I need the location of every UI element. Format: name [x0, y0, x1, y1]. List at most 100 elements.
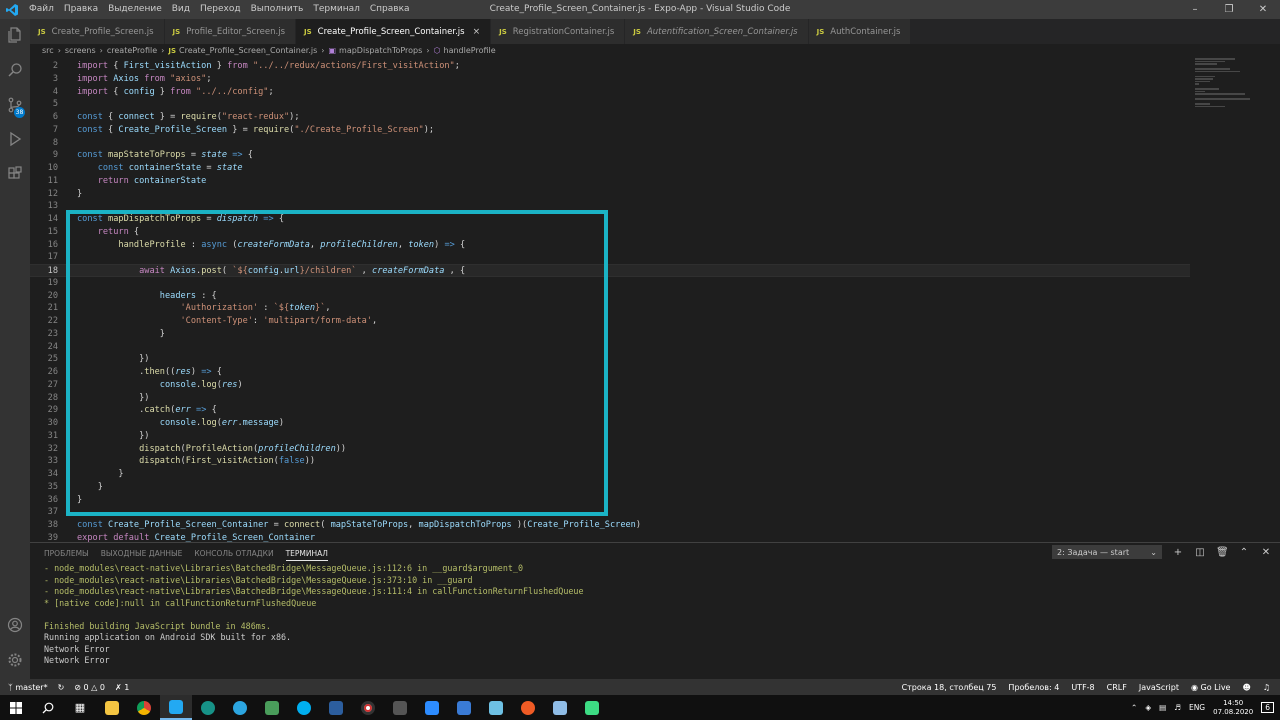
accounts-icon[interactable] — [0, 609, 30, 641]
code-line[interactable]: 26 .then((res) => { — [30, 366, 1190, 379]
code-line[interactable]: 6 const { connect } = require("react-redu… — [30, 111, 1190, 124]
code-line[interactable]: 38 const Create_Profile_Screen_Container … — [30, 519, 1190, 532]
code-line[interactable]: 12} — [30, 188, 1190, 201]
code-line[interactable]: 2 import { First_visitAction } from "../.… — [30, 60, 1190, 73]
encoding[interactable]: UTF-8 — [1071, 683, 1094, 692]
cursor-position[interactable]: Строка 18, столбец 75 — [902, 683, 997, 692]
code-line[interactable]: 8 — [30, 137, 1190, 150]
code-line[interactable]: 30 console.log(err.message) — [30, 417, 1190, 430]
code-line[interactable]: 34 } — [30, 468, 1190, 481]
code-line[interactable]: 37 — [30, 506, 1190, 519]
tab-5[interactable]: JS AuthContainer.js — [808, 19, 912, 44]
code-line[interactable]: 9 const mapStateToProps = state => { — [30, 149, 1190, 162]
code-line[interactable]: 22 'Content-Type': 'multipart/form-data'… — [30, 315, 1190, 328]
trash-icon[interactable]: 🗑 — [1216, 547, 1229, 558]
tab-0[interactable]: JS Create_Profile_Screen.js — [30, 19, 165, 44]
problems-status[interactable]: ⊘ 0 △ 0 — [74, 683, 105, 692]
skype-icon[interactable] — [288, 695, 320, 720]
panel-tab-debug-console[interactable]: КОНСОЛЬ ОТЛАДКИ — [194, 549, 273, 561]
branch-status[interactable]: ᛉ master* — [8, 683, 48, 692]
task-view-icon[interactable]: ▦ — [64, 695, 96, 720]
panel-tab-terminal[interactable]: ТЕРМИНАЛ — [285, 549, 328, 561]
keyboard-language[interactable]: ENG — [1189, 703, 1205, 712]
breadcrumb-createprofile[interactable]: createProfile — [107, 46, 157, 55]
code-line[interactable]: 35 } — [30, 481, 1190, 494]
code-line[interactable]: 23 } — [30, 328, 1190, 341]
split-terminal-icon[interactable]: ◫ — [1194, 547, 1206, 558]
vm-icon[interactable] — [448, 695, 480, 720]
settings-gear-icon[interactable] — [0, 644, 30, 676]
code-line[interactable]: 32 dispatch(ProfileAction(profileChildre… — [30, 443, 1190, 456]
code-line[interactable]: 19 — [30, 277, 1190, 290]
clock[interactable]: 14:50 07.08.2020 — [1213, 699, 1253, 717]
calculator-icon[interactable] — [384, 695, 416, 720]
code-line[interactable]: 16 handleProfile : async (createFormData… — [30, 239, 1190, 252]
record-icon[interactable] — [352, 695, 384, 720]
chrome-icon[interactable] — [128, 695, 160, 720]
tab-3[interactable]: JS RegistrationContainer.js — [491, 19, 626, 44]
close-window-button[interactable]: ✕ — [1246, 0, 1280, 19]
extensions-icon[interactable] — [0, 158, 30, 190]
panel-tab-problems[interactable]: ПРОБЛЕМЫ — [44, 549, 89, 561]
tray-app-icon[interactable]: ◈ — [1145, 703, 1151, 712]
breadcrumb-screens[interactable]: screens — [65, 46, 96, 55]
code-line[interactable]: 20 headers : { — [30, 290, 1190, 303]
close-tab-icon[interactable]: × — [473, 27, 481, 37]
code-line[interactable]: 13 — [30, 200, 1190, 213]
emulator-icon[interactable] — [576, 695, 608, 720]
search-icon[interactable] — [0, 54, 30, 86]
tab-2[interactable]: JS Create_Profile_Screen_Container.js × — [296, 19, 492, 44]
tray-chevron-icon[interactable]: ⌃ — [1131, 703, 1137, 712]
zoom-icon[interactable] — [416, 695, 448, 720]
indentation[interactable]: Пробелов: 4 — [1008, 683, 1059, 692]
notifications-icon[interactable]: 6 — [1261, 702, 1274, 713]
code-line[interactable]: 27 console.log(res) — [30, 379, 1190, 392]
menu-selection[interactable]: Выделение — [103, 0, 167, 19]
code-line[interactable]: 14 const mapDispatchToProps = dispatch =>… — [30, 213, 1190, 226]
file-explorer-icon[interactable] — [96, 695, 128, 720]
run-debug-icon[interactable] — [0, 123, 30, 155]
code-line[interactable]: 18 await Axios.post( `${config.url}/chil… — [30, 264, 1190, 277]
live-share-icon[interactable]: ↻ — [58, 683, 65, 692]
minimap[interactable] — [1195, 58, 1265, 118]
telegram-icon[interactable] — [224, 695, 256, 720]
code-line[interactable]: 25 }) — [30, 353, 1190, 366]
new-terminal-icon[interactable]: + — [1172, 547, 1184, 558]
vscode-taskbar-icon[interactable] — [160, 695, 192, 720]
code-line[interactable]: 33 dispatch(First_visitAction(false)) — [30, 455, 1190, 468]
maximize-panel-icon[interactable]: ⌃ — [1238, 547, 1250, 558]
minimize-button[interactable]: – — [1178, 0, 1212, 19]
postman-icon[interactable] — [512, 695, 544, 720]
android-studio-icon[interactable] — [256, 695, 288, 720]
restore-button[interactable]: ❐ — [1212, 0, 1246, 19]
tool-icon[interactable] — [480, 695, 512, 720]
volume-icon[interactable]: ♬ — [1174, 703, 1181, 712]
terminal-select[interactable]: 2: Задача — start ⌄ — [1052, 545, 1162, 559]
network-icon[interactable]: ▤ — [1159, 703, 1166, 712]
menu-edit[interactable]: Правка — [59, 0, 103, 19]
source-control-icon[interactable]: 38 — [0, 89, 30, 121]
menu-go[interactable]: Переход — [195, 0, 246, 19]
menu-file[interactable]: Файл — [24, 0, 59, 19]
panel-tab-output[interactable]: ВЫХОДНЫЕ ДАННЫЕ — [101, 549, 183, 561]
code-line[interactable]: 21 'Authorization' : `${token}`, — [30, 302, 1190, 315]
feedback-icon[interactable]: ☻ — [1242, 683, 1250, 692]
end-of-line[interactable]: CRLF — [1107, 683, 1127, 692]
code-line[interactable]: 28 }) — [30, 392, 1190, 405]
menu-view[interactable]: Вид — [167, 0, 195, 19]
powershell-icon[interactable] — [320, 695, 352, 720]
code-line[interactable]: 15 return { — [30, 226, 1190, 239]
language-mode[interactable]: JavaScript — [1139, 683, 1179, 692]
gitkraken-icon[interactable] — [192, 695, 224, 720]
tab-4[interactable]: JS Autentification_Screen_Container.js — [625, 19, 809, 44]
sync-status[interactable]: ✗ 1 — [115, 683, 129, 692]
close-panel-icon[interactable]: ✕ — [1260, 547, 1272, 558]
menu-run[interactable]: Выполнить — [246, 0, 309, 19]
breadcrumb-file[interactable]: Create_Profile_Screen_Container.js — [179, 46, 317, 55]
code-line[interactable]: 5 — [30, 98, 1190, 111]
go-live-button[interactable]: ◉ Go Live — [1191, 683, 1231, 692]
code-line[interactable]: 17 — [30, 251, 1190, 264]
tab-1[interactable]: JS Profile_Editor_Screen.js — [164, 19, 297, 44]
explorer-icon[interactable] — [0, 19, 30, 51]
code-line[interactable]: 4 import { config } from "../../config"; — [30, 86, 1190, 99]
